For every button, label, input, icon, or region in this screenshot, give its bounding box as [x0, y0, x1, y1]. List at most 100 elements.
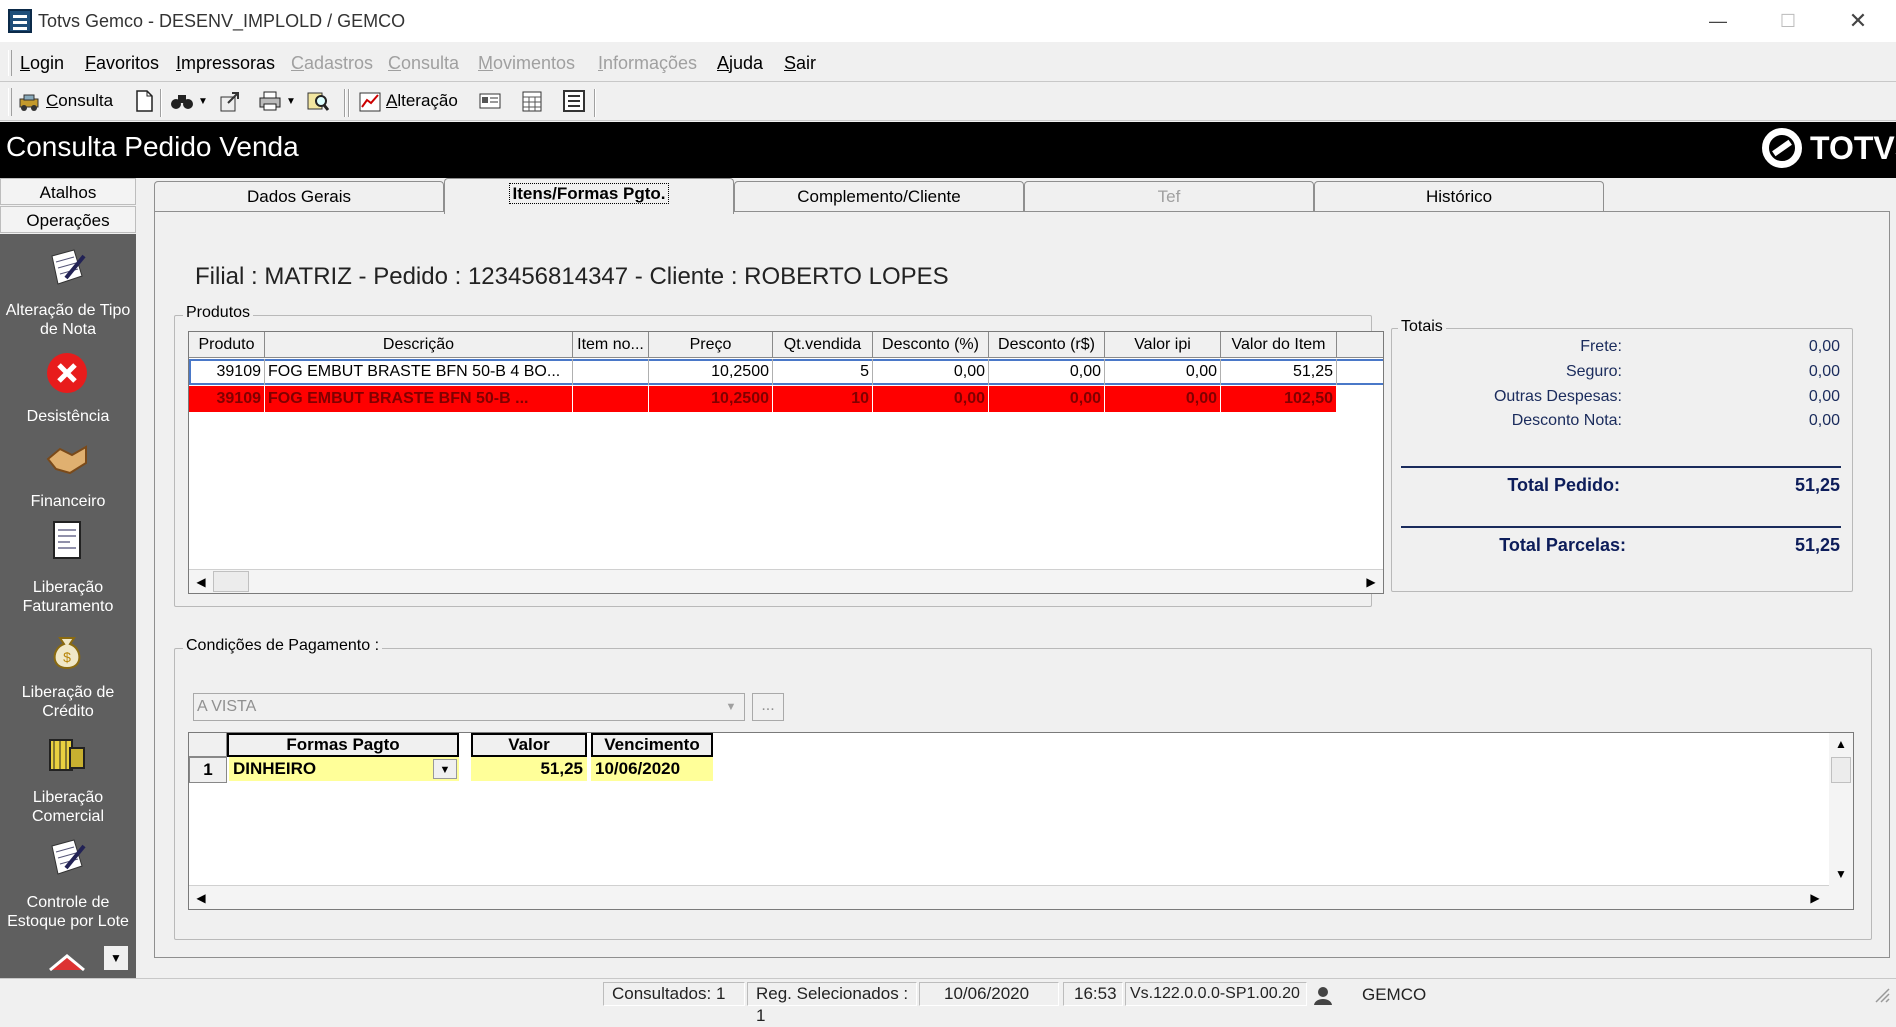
red-x-icon	[46, 352, 88, 394]
card-view-button[interactable]	[478, 86, 502, 116]
col-header-desconto-pct[interactable]: Desconto (%)	[873, 332, 989, 358]
scroll-right-button[interactable]: ▶	[1805, 887, 1825, 909]
tab-complemento-cliente[interactable]: Complemento/Cliente	[734, 181, 1024, 211]
col-header-valor-item[interactable]: Valor do Item	[1221, 332, 1337, 358]
col-header-desconto-rs[interactable]: Desconto (r$)	[989, 332, 1105, 358]
cell-item-no	[573, 359, 649, 385]
cell-preco: 10,2500	[649, 386, 773, 412]
vencimento-cell[interactable]: 10/06/2020	[591, 757, 713, 781]
cell-preco: 10,2500	[649, 359, 773, 385]
col-header-produto[interactable]: Produto	[189, 332, 265, 358]
app-icon	[8, 9, 32, 33]
pagamento-horizontal-scrollbar[interactable]: ◀ ▶	[189, 885, 1829, 909]
produtos-grid[interactable]: Produto Descrição Item no... Preço Qt.ve…	[188, 331, 1384, 594]
toolbar-separator	[160, 89, 162, 117]
col-header-formas-pagto[interactable]: Formas Pagto	[227, 733, 459, 757]
totals-divider	[1401, 466, 1841, 468]
col-header-item-no[interactable]: Item no...	[573, 332, 649, 358]
tab-dados-gerais[interactable]: Dados Gerais	[154, 181, 444, 211]
toolbar: Consulta ▼ ▼ Alteração	[0, 83, 1896, 121]
op-alteracao-tipo-nota[interactable]: Alteração de Tipo de Nota	[0, 301, 136, 339]
pen-document-icon	[46, 248, 88, 290]
money-bag-icon: $	[46, 630, 88, 672]
resize-grip-icon[interactable]	[1872, 985, 1890, 1003]
boxes-icon	[46, 734, 88, 776]
alteracao-button[interactable]: Alteração	[358, 86, 458, 116]
status-bar: Consultados: 1 Reg. Selecionados : 1 10/…	[0, 978, 1896, 1025]
page-title: Consulta Pedido Venda	[6, 131, 299, 162]
valor-cell[interactable]: 51,25	[471, 757, 587, 781]
outras-despesas-value: 0,00	[1808, 388, 1840, 405]
status-time: 16:53	[1063, 982, 1123, 1006]
calendar-button[interactable]	[520, 86, 544, 116]
table-row[interactable]: 39109 FOG EMBUT BRASTE BFN 50-B ... 10,2…	[189, 386, 1383, 412]
scroll-thumb[interactable]	[1831, 757, 1851, 783]
toolbar-separator	[344, 89, 346, 117]
status-version: Vs.122.0.0.0-SP1.00.20	[1125, 982, 1307, 1006]
maximize-button[interactable]: ☐	[1764, 6, 1812, 36]
op-controle-estoque-lote[interactable]: Controle de Estoque por Lote	[0, 893, 136, 931]
scroll-thumb[interactable]	[213, 571, 249, 592]
frete-value: 0,00	[1808, 338, 1840, 355]
chevron-down-icon[interactable]: ▼	[433, 759, 457, 779]
car-search-icon	[18, 89, 42, 113]
col-header-preco[interactable]: Preço	[649, 332, 773, 358]
menu-consulta: Consulta	[388, 53, 460, 73]
consulta-button[interactable]: Consulta	[18, 86, 113, 116]
tab-itens-formas-pgto[interactable]: Itens/Formas Pgto.	[444, 178, 734, 214]
menu-ajuda[interactable]: Ajuda	[717, 53, 763, 74]
total-parcelas-value: 51,25	[1794, 535, 1840, 555]
col-header-valor-ipi[interactable]: Valor ipi	[1105, 332, 1221, 358]
menu-impressoras[interactable]: Impressoras	[176, 53, 275, 74]
produtos-horizontal-scrollbar[interactable]: ◀ ▶	[189, 569, 1383, 593]
close-button[interactable]: ✕	[1834, 6, 1882, 36]
toolbar-separator	[348, 89, 350, 117]
status-user: GEMCO	[1362, 985, 1427, 1004]
print-dropdown-button[interactable]: ▼	[258, 86, 296, 116]
condicao-browse-button: ...	[752, 693, 784, 721]
print-preview-button[interactable]	[306, 86, 330, 116]
tab-historico[interactable]: Histórico	[1314, 181, 1604, 211]
status-consultados: Consultados: 1	[603, 982, 745, 1006]
menu-sair[interactable]: Sair	[784, 53, 816, 74]
new-document-button[interactable]	[132, 86, 156, 116]
seguro-label: Seguro:	[1565, 363, 1622, 380]
list-view-button[interactable]	[562, 86, 586, 116]
col-header-valor[interactable]: Valor	[471, 733, 587, 757]
sidebar-tab-operacoes[interactable]: Operações	[0, 206, 136, 233]
scroll-down-button[interactable]: ▼	[1831, 863, 1851, 885]
card-icon	[478, 89, 502, 113]
totais-group-title: Totais	[1398, 318, 1446, 336]
pagamento-grid[interactable]: Formas Pagto Valor Vencimento 1 DINHEIRO…	[188, 732, 1854, 910]
cell-qt-vendida: 5	[773, 359, 873, 385]
cell-descricao: FOG EMBUT BRASTE BFN 50-B ...	[265, 386, 573, 412]
scroll-up-button[interactable]: ▲	[1831, 733, 1851, 755]
op-liberacao-comercial[interactable]: Liberação Comercial	[0, 788, 136, 826]
pagamento-vertical-scrollbar[interactable]: ▲ ▼	[1829, 733, 1853, 909]
forma-pagto-cell[interactable]: DINHEIRO ▼	[229, 757, 459, 781]
op-desistencia[interactable]: Desistência	[0, 407, 136, 426]
op-liberacao-credito[interactable]: Liberação de Crédito	[0, 683, 136, 721]
op-liberacao-faturamento[interactable]: Liberação Faturamento	[0, 578, 136, 616]
status-date: 10/06/2020	[919, 982, 1059, 1006]
col-header-descricao[interactable]: Descrição	[265, 332, 573, 358]
sidebar-scroll-down-button[interactable]: ▼	[104, 946, 128, 970]
search-dropdown-button[interactable]: ▼	[170, 86, 208, 116]
minimize-button[interactable]: —	[1694, 6, 1742, 36]
scroll-left-button[interactable]: ◀	[191, 571, 211, 593]
cell-produto: 39109	[189, 386, 265, 412]
sidebar-tab-atalhos[interactable]: Atalhos	[0, 178, 136, 205]
frete-label: Frete:	[1580, 338, 1622, 355]
scroll-left-button[interactable]: ◀	[191, 887, 211, 909]
menu-login[interactable]: Login	[20, 53, 64, 74]
user-icon	[1312, 984, 1334, 1006]
scroll-right-button[interactable]: ▶	[1361, 571, 1381, 593]
export-button[interactable]	[218, 86, 242, 116]
page-header: Consulta Pedido Venda TOTVS	[0, 122, 1896, 178]
op-financeiro[interactable]: Financeiro	[0, 492, 136, 511]
col-header-qt-vendida[interactable]: Qt.vendida	[773, 332, 873, 358]
table-row[interactable]: 39109 FOG EMBUT BRASTE BFN 50-B 4 BO... …	[189, 359, 1383, 385]
cell-desconto-pct: 0,00	[873, 359, 989, 385]
menu-favoritos[interactable]: Favoritos	[85, 53, 159, 74]
col-header-vencimento[interactable]: Vencimento	[591, 733, 713, 757]
